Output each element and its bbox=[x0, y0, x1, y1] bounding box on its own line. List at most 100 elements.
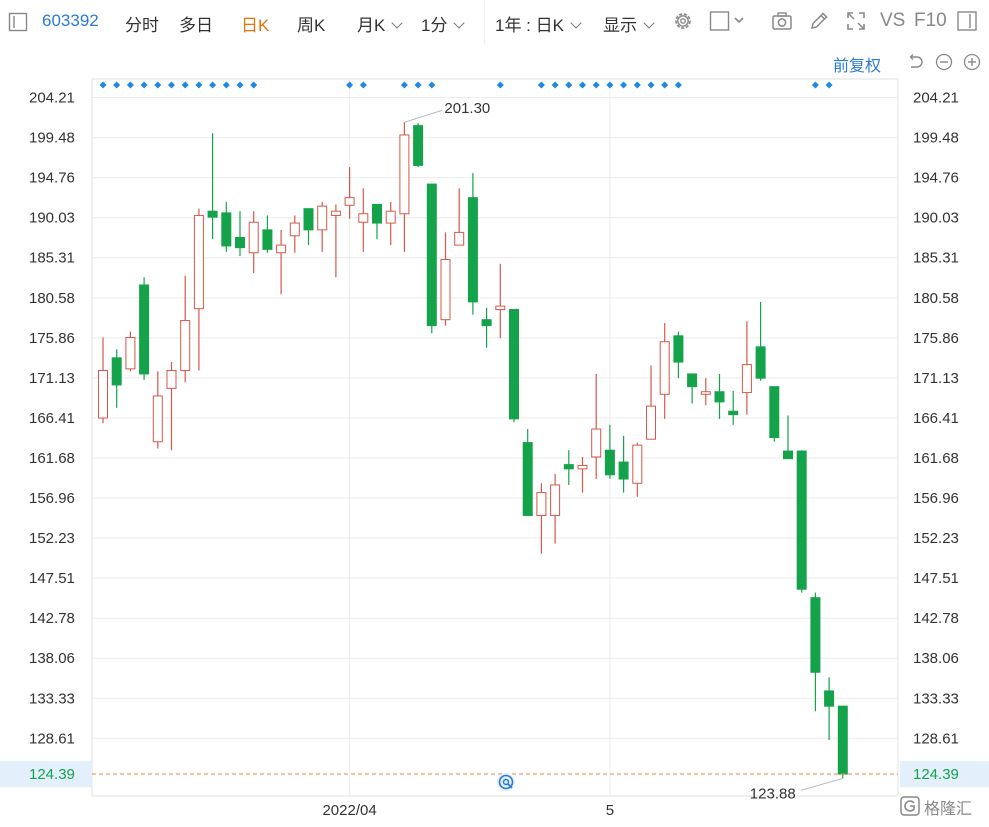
event-marker[interactable] bbox=[537, 81, 545, 89]
candle[interactable] bbox=[454, 188, 465, 246]
event-marker[interactable] bbox=[661, 81, 669, 89]
candle[interactable] bbox=[372, 203, 382, 240]
candle[interactable] bbox=[303, 208, 314, 246]
candle[interactable] bbox=[728, 390, 739, 425]
event-marker[interactable] bbox=[113, 81, 121, 89]
candle[interactable] bbox=[646, 365, 656, 440]
event-marker[interactable] bbox=[222, 81, 230, 89]
event-marker[interactable] bbox=[825, 81, 833, 89]
candle[interactable] bbox=[796, 450, 807, 593]
event-marker[interactable] bbox=[250, 81, 258, 89]
event-marker[interactable] bbox=[181, 81, 189, 89]
candle[interactable] bbox=[344, 167, 355, 219]
candle[interactable] bbox=[687, 373, 698, 404]
candle[interactable] bbox=[98, 337, 108, 424]
candle[interactable] bbox=[139, 277, 150, 380]
candle[interactable] bbox=[413, 123, 424, 168]
price-tick-label-left: 194.76 bbox=[29, 170, 75, 187]
candle[interactable] bbox=[317, 201, 328, 252]
candle[interactable] bbox=[509, 309, 519, 423]
candle[interactable] bbox=[358, 188, 369, 252]
candle[interactable] bbox=[262, 215, 273, 253]
candle[interactable] bbox=[440, 232, 451, 326]
event-marker[interactable] bbox=[496, 81, 504, 89]
event-marker[interactable] bbox=[633, 81, 641, 89]
event-marker[interactable] bbox=[551, 81, 559, 89]
candle[interactable] bbox=[714, 373, 725, 419]
candle[interactable] bbox=[810, 592, 821, 712]
candle-body bbox=[125, 336, 136, 370]
candle[interactable] bbox=[426, 183, 437, 334]
candle[interactable] bbox=[495, 263, 506, 339]
candle[interactable] bbox=[618, 435, 629, 493]
candle[interactable] bbox=[591, 373, 602, 480]
candle[interactable] bbox=[385, 201, 396, 246]
candle-body bbox=[687, 373, 698, 388]
event-marker[interactable] bbox=[674, 81, 682, 89]
candle[interactable] bbox=[152, 371, 163, 449]
candle[interactable] bbox=[193, 208, 204, 371]
candle[interactable] bbox=[330, 204, 341, 278]
event-marker[interactable] bbox=[236, 81, 244, 89]
event-marker[interactable] bbox=[154, 81, 162, 89]
event-marker[interactable] bbox=[346, 81, 354, 89]
high-price-label: 201.30 bbox=[444, 100, 490, 117]
candle[interactable] bbox=[166, 362, 177, 451]
event-marker[interactable] bbox=[168, 81, 175, 89]
event-marker[interactable] bbox=[811, 81, 819, 89]
event-marker[interactable] bbox=[414, 81, 422, 89]
low-leader-line bbox=[800, 777, 843, 791]
event-marker[interactable] bbox=[126, 81, 134, 89]
event-marker[interactable] bbox=[620, 81, 628, 89]
event-marker[interactable] bbox=[209, 81, 217, 89]
candle[interactable] bbox=[276, 229, 287, 295]
candle[interactable] bbox=[221, 201, 232, 252]
event-marker[interactable] bbox=[140, 81, 148, 89]
price-tick-label-left: 133.33 bbox=[29, 690, 75, 707]
candle[interactable] bbox=[125, 331, 136, 372]
candle[interactable] bbox=[769, 386, 780, 442]
event-marker[interactable] bbox=[647, 81, 655, 89]
candle[interactable] bbox=[536, 483, 547, 554]
candle[interactable] bbox=[467, 173, 478, 315]
candlestick-chart[interactable]: 204.21 204.21 199.48 199.48 194.76 194.76 190.… bbox=[0, 0, 989, 827]
candle[interactable] bbox=[577, 456, 588, 493]
event-marker[interactable] bbox=[579, 81, 586, 89]
candle-body bbox=[303, 208, 314, 231]
candle[interactable] bbox=[550, 473, 561, 544]
candle-body bbox=[755, 346, 766, 379]
candle[interactable] bbox=[837, 705, 848, 779]
candle[interactable] bbox=[673, 331, 684, 379]
candle[interactable] bbox=[824, 677, 835, 741]
candle[interactable] bbox=[481, 307, 492, 348]
event-marker[interactable] bbox=[592, 81, 600, 89]
candle[interactable] bbox=[604, 424, 615, 480]
candle[interactable] bbox=[399, 122, 410, 252]
watermark-logo bbox=[900, 796, 920, 816]
candle[interactable] bbox=[755, 301, 766, 381]
event-marker[interactable] bbox=[428, 81, 436, 89]
price-tick-label-right: 175.86 bbox=[913, 330, 959, 347]
event-marker[interactable] bbox=[195, 81, 203, 89]
candle[interactable] bbox=[207, 133, 218, 240]
candle[interactable] bbox=[111, 349, 122, 408]
candle[interactable] bbox=[180, 275, 191, 383]
candle-body bbox=[810, 597, 821, 673]
candle[interactable] bbox=[632, 442, 643, 497]
event-marker[interactable] bbox=[99, 81, 107, 89]
candle[interactable] bbox=[563, 450, 574, 485]
candle[interactable] bbox=[289, 215, 300, 253]
candle[interactable] bbox=[741, 321, 752, 415]
candle[interactable] bbox=[522, 429, 533, 516]
candle[interactable] bbox=[248, 211, 259, 274]
candle[interactable] bbox=[700, 378, 711, 406]
event-marker[interactable] bbox=[400, 81, 408, 89]
locate-icon[interactable] bbox=[497, 773, 515, 791]
candle-body bbox=[207, 210, 218, 218]
event-marker[interactable] bbox=[606, 81, 614, 89]
candle[interactable] bbox=[783, 415, 793, 460]
event-marker[interactable] bbox=[359, 81, 367, 89]
x-tick-label: 5 bbox=[606, 802, 614, 819]
event-marker[interactable] bbox=[565, 81, 573, 89]
candles bbox=[98, 122, 848, 779]
